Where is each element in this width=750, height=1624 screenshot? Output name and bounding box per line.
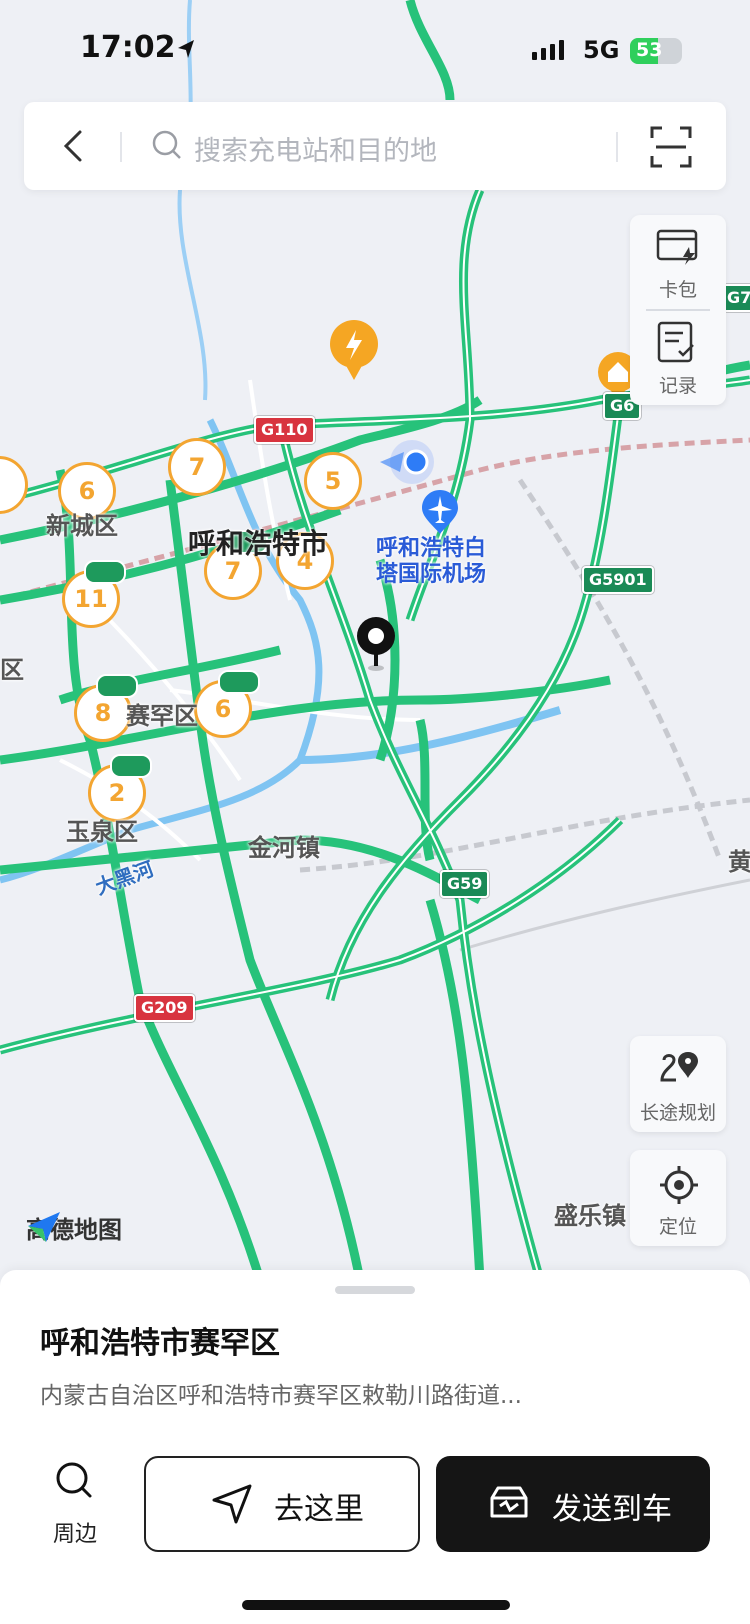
station-badge-icon [218,670,260,694]
battery-icon: 53 [630,38,682,64]
navigation-arrow-icon [212,1484,252,1524]
label-saihan: 赛罕区 [126,702,198,730]
station-badge-icon [84,560,126,584]
divider [616,132,618,162]
car-icon [490,1486,528,1518]
wallet-label: 卡包 [658,279,697,301]
battery-percent: 53 [636,39,663,61]
send-to-car-label: 发送到车 [552,1492,672,1527]
records-icon [657,321,694,363]
amap-logo: 高德地图 [26,1210,122,1245]
long-route-label: 长途规划 [639,1102,716,1124]
divider [120,132,122,162]
locate-icon [660,1166,698,1204]
station-badge-icon [96,674,138,698]
label-edge-district: 民区 [0,656,24,684]
search-bar[interactable]: 搜索充电站和目的地 [24,102,726,190]
airport-icon [422,490,458,534]
place-title: 呼和浩特市赛罕区 [40,1326,280,1361]
search-input[interactable]: 搜索充电站和目的地 [194,129,437,168]
nearby-label: 周边 [52,1522,97,1547]
go-here-button[interactable]: 去这里 [144,1456,420,1552]
charger-cluster[interactable]: 5 [304,452,362,510]
status-time: 17:02 [80,30,176,65]
records-button[interactable]: 记录 [630,311,726,405]
charger-cluster[interactable]: 7 [168,438,226,496]
send-to-car-button[interactable]: 发送到车 [436,1456,710,1552]
label-shengle: 盛乐镇 [554,1202,626,1230]
amap-logo-icon [28,1212,60,1242]
home-indicator[interactable] [242,1600,510,1610]
long-route-button[interactable]: 长途规划 [630,1036,726,1132]
road-shield-g5901: G5901 [582,566,654,594]
road-shield-g59: G59 [440,870,490,898]
nearby-button[interactable]: 周边 [40,1460,110,1560]
wallet-icon [656,229,698,265]
label-jinhe: 金河镇 [248,834,320,862]
scan-icon[interactable] [650,126,692,168]
search-icon [56,1462,92,1498]
location-arrow-icon [178,40,194,58]
status-bar: 17:02 5G 53 [0,0,750,100]
locate-label: 定位 [658,1216,697,1238]
label-airport: 呼和浩特白塔国际机场 [376,536,487,587]
locate-button[interactable]: 定位 [630,1150,726,1246]
bottom-sheet: 呼和浩特市赛罕区 内蒙古自治区呼和浩特市赛罕区敕勒川路街道... 周边 去这里 … [0,1270,750,1624]
records-label: 记录 [658,375,697,397]
back-icon[interactable] [54,124,98,168]
road-shield-g209: G209 [134,994,195,1022]
charging-station-pin-icon[interactable] [328,318,380,388]
label-yuquan: 玉泉区 [66,818,138,846]
place-address: 内蒙古自治区呼和浩特市赛罕区敕勒川路街道... [40,1383,522,1409]
station-badge-icon [110,754,152,778]
destination-pin-icon [357,617,395,671]
network-type: 5G [583,36,620,64]
road-shield-g110: G110 [254,416,315,444]
go-here-label: 去这里 [274,1492,364,1527]
label-city: 呼和浩特市 [188,527,329,560]
side-panel: 卡包 记录 [630,215,726,405]
drag-handle[interactable] [335,1286,415,1294]
label-huang: 黄 [728,848,750,876]
search-icon [152,130,181,159]
route-planning-icon [660,1052,698,1082]
label-new-city: 新城区 [46,512,118,540]
wallet-button[interactable]: 卡包 [630,215,726,309]
signal-icon [532,40,564,60]
